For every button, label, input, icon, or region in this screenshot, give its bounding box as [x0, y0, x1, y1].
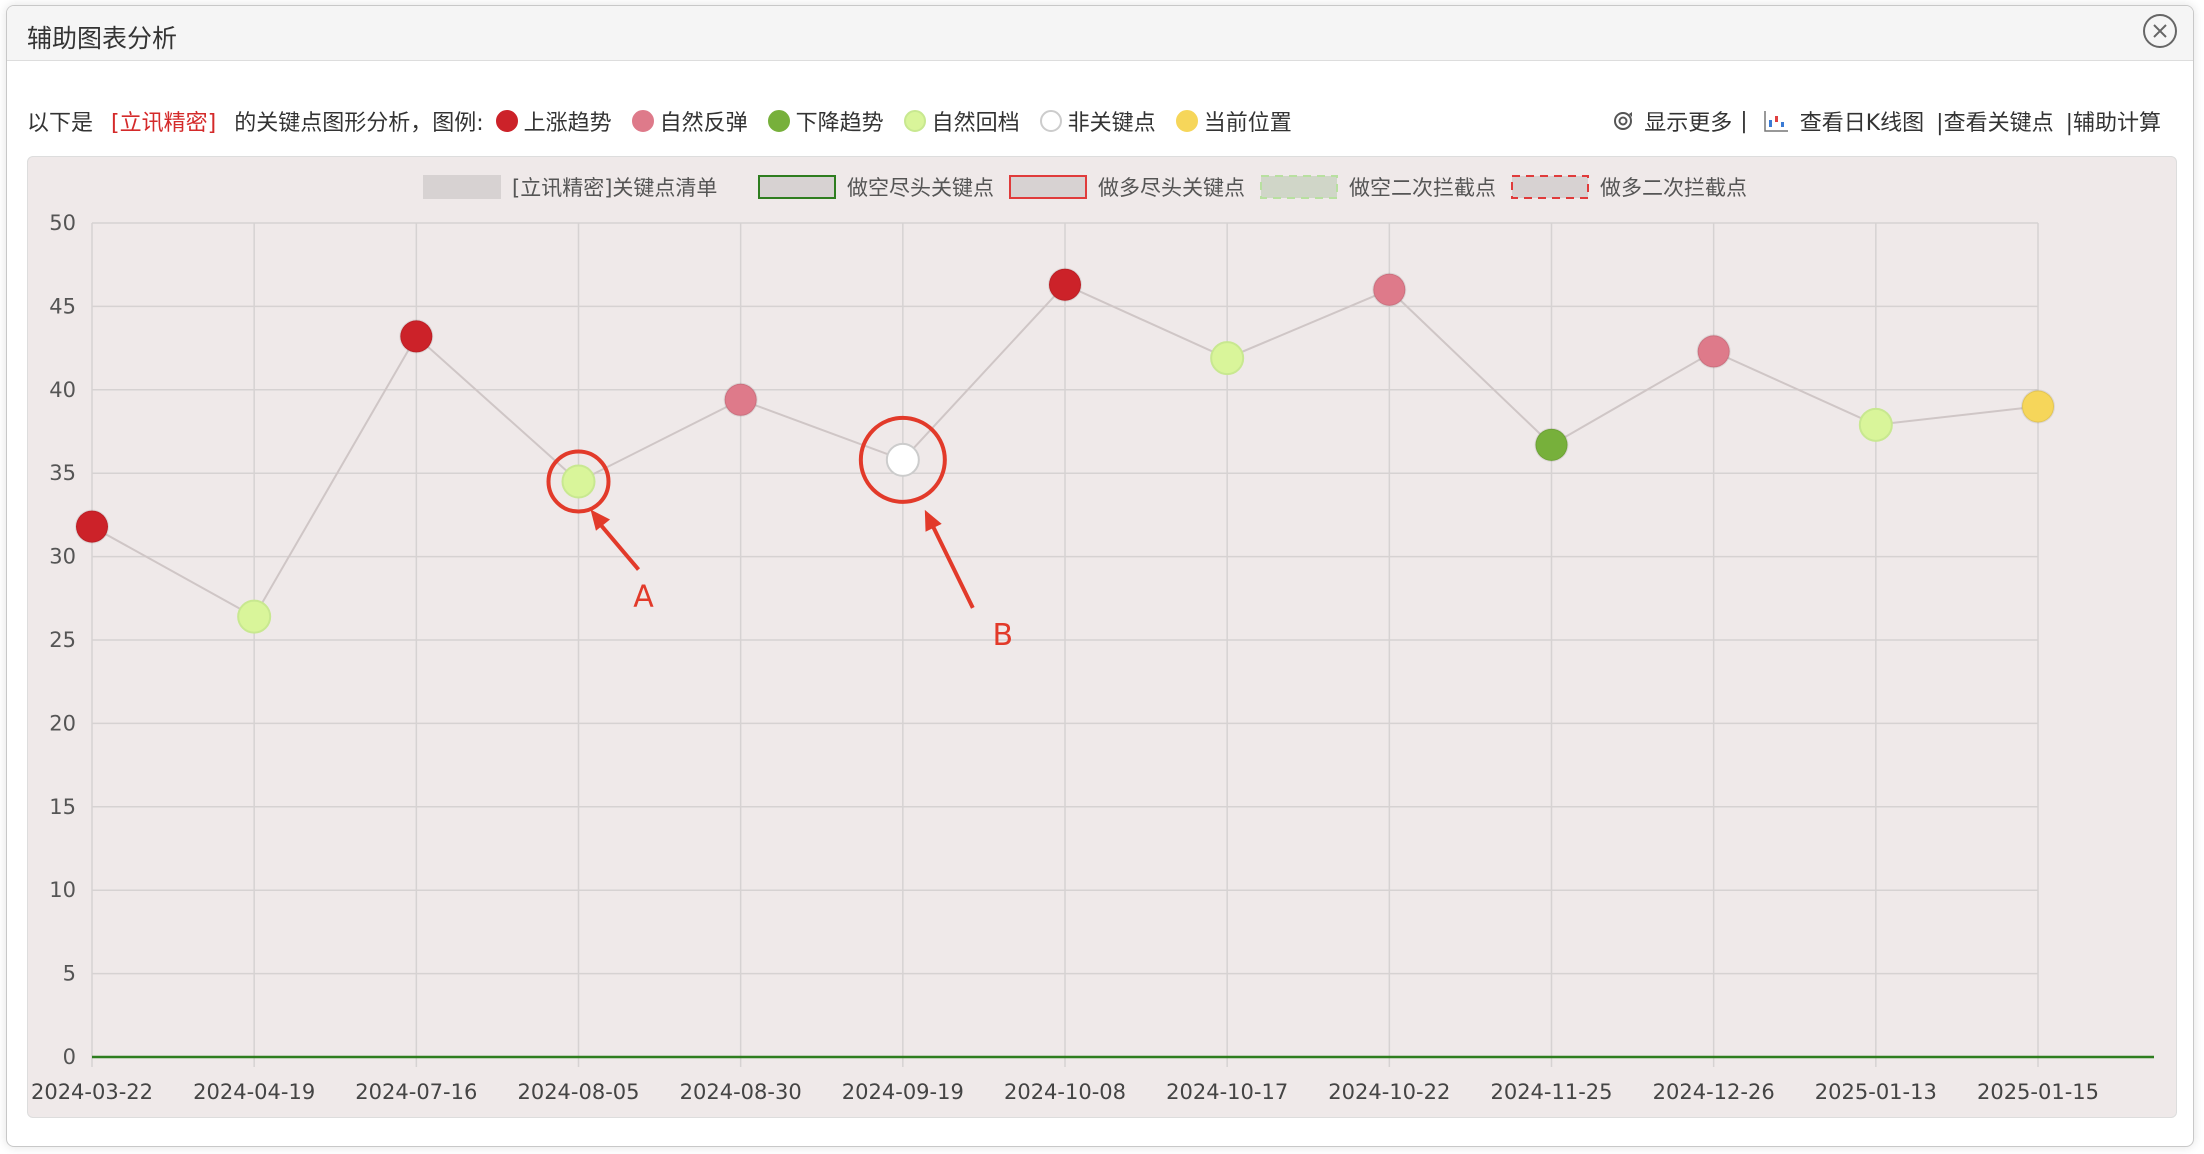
kline-link[interactable]: 查看日K线图: [1800, 105, 1924, 137]
annotation-label: A: [633, 580, 654, 615]
info-bar: 以下是 [立讯精密] 的关键点图形分析，图例: 上涨趋势 自然反弹 下降趋势 自然回档…: [27, 101, 2173, 141]
data-point: [561, 464, 596, 499]
series-legend-swatch: [1260, 175, 1338, 199]
chart-panel: [立讯精密]关键点清单 做空尽头关键点 做多尽头关键点 做空二次拦截点 做多二次拦截点 0…: [27, 156, 2177, 1118]
annotation-arrowhead: [590, 509, 611, 531]
data-point: [237, 599, 272, 634]
x-tick-label: 2024-12-26: [1653, 1080, 1775, 1104]
series-legend-label: 做空尽头关键点: [847, 176, 994, 200]
data-point: [1534, 427, 1569, 462]
dialog-header: 辅助图表分析: [7, 6, 2193, 61]
legend-item: 非关键点: [1039, 105, 1156, 137]
x-tick-label: 2025-01-15: [1977, 1080, 2099, 1104]
series-legend-label: 做多尽头关键点: [1098, 176, 1245, 200]
calc-link[interactable]: |辅助计算: [2066, 105, 2161, 137]
x-tick-label: 2024-07-16: [355, 1080, 477, 1104]
x-tick-label: 2024-08-30: [680, 1080, 802, 1104]
y-tick-label: 15: [49, 795, 76, 819]
legend-item: 下降趋势: [767, 105, 884, 137]
x-tick-label: 2024-10-08: [1004, 1080, 1126, 1104]
y-tick-label: 25: [49, 628, 76, 652]
legend-dot-icon: [631, 110, 654, 132]
point-type-legend: 上涨趋势 自然反弹 下降趋势 自然回档 非关键点 当前位置: [495, 105, 1312, 137]
data-point: [1372, 272, 1407, 307]
x-tick-label: 2024-10-22: [1328, 1080, 1450, 1104]
y-tick-label: 0: [63, 1045, 76, 1069]
data-point: [75, 509, 109, 544]
legend-label: 下降趋势: [795, 111, 884, 136]
legend-dot-icon: [1175, 110, 1198, 132]
data-point: [1210, 341, 1245, 376]
x-tick-label: 2024-04-19: [193, 1080, 315, 1104]
legend-label: 自然反弹: [659, 111, 748, 136]
chart-dialog: 辅助图表分析 以下是 [立讯精密] 的关键点图形分析，图例: 上涨趋势 自然反弹 下…: [6, 5, 2194, 1147]
legend-item: 当前位置: [1175, 105, 1292, 137]
annotation-label: B: [993, 618, 1014, 653]
series-legend-swatch: [1009, 175, 1087, 199]
keypoints-link[interactable]: |查看关键点: [1936, 105, 2053, 137]
legend-label: 自然回档: [931, 111, 1020, 136]
data-point: [885, 442, 920, 477]
series-legend-swatch: [1511, 175, 1589, 199]
y-tick-label: 35: [49, 461, 76, 485]
keypoint-line-chart: [立讯精密]关键点清单 做空尽头关键点 做多尽头关键点 做空二次拦截点 做多二次拦截点 0…: [31, 175, 2154, 1104]
data-point: [2021, 389, 2055, 424]
annotation-arrow: [927, 516, 975, 609]
series-legend-swatch: [423, 175, 501, 199]
x-tick-label: 2024-08-05: [517, 1080, 639, 1104]
x-tick-label: 2024-11-25: [1490, 1080, 1612, 1104]
y-tick-label: 40: [49, 378, 76, 402]
data-point: [1696, 334, 1731, 369]
y-tick-label: 5: [63, 962, 76, 986]
data-point: [1858, 407, 1893, 442]
legend-dot-icon: [767, 110, 790, 132]
legend-dot-icon: [903, 110, 926, 132]
info-suffix: 的关键点图形分析，图例:: [234, 111, 484, 136]
legend-item: 自然回档: [903, 105, 1020, 137]
dialog-title: 辅助图表分析: [27, 24, 178, 53]
legend-dot-icon: [495, 110, 518, 132]
stock-name: [立讯精密]: [111, 111, 217, 136]
y-tick-label: 10: [49, 878, 76, 902]
x-tick-label: 2024-09-19: [842, 1080, 964, 1104]
y-tick-label: 45: [49, 294, 76, 318]
legend-label: 当前位置: [1203, 111, 1292, 136]
x-tick-label: 2024-10-17: [1166, 1080, 1288, 1104]
series-legend-label: 做空二次拦截点: [1349, 176, 1496, 200]
y-tick-label: 50: [49, 211, 76, 235]
legend-item: 上涨趋势: [495, 105, 612, 137]
y-tick-label: 20: [49, 711, 76, 735]
legend-item: 自然反弹: [631, 105, 748, 137]
legend-label: 非关键点: [1067, 111, 1156, 136]
data-point: [399, 319, 434, 354]
legend-dot-icon: [1039, 110, 1062, 132]
series-legend-swatch: [758, 175, 836, 199]
refresh-icon[interactable]: [1610, 108, 1636, 134]
legend-label: 上涨趋势: [523, 111, 612, 136]
x-tick-label: 2025-01-13: [1815, 1080, 1937, 1104]
y-tick-label: 30: [49, 545, 76, 569]
data-point: [1048, 267, 1082, 302]
series-legend-label: 做多二次拦截点: [1600, 176, 1747, 200]
separator: |: [1740, 108, 1748, 134]
info-prefix: 以下是: [27, 111, 94, 136]
x-tick-label: 2024-03-22: [31, 1080, 153, 1104]
data-point: [723, 382, 758, 417]
show-more-link[interactable]: 显示更多: [1644, 105, 1732, 137]
series-legend-label: [立讯精密]关键点清单: [512, 176, 717, 200]
candlestick-chart-icon[interactable]: [1762, 108, 1790, 134]
close-circle-icon[interactable]: [2143, 14, 2177, 48]
